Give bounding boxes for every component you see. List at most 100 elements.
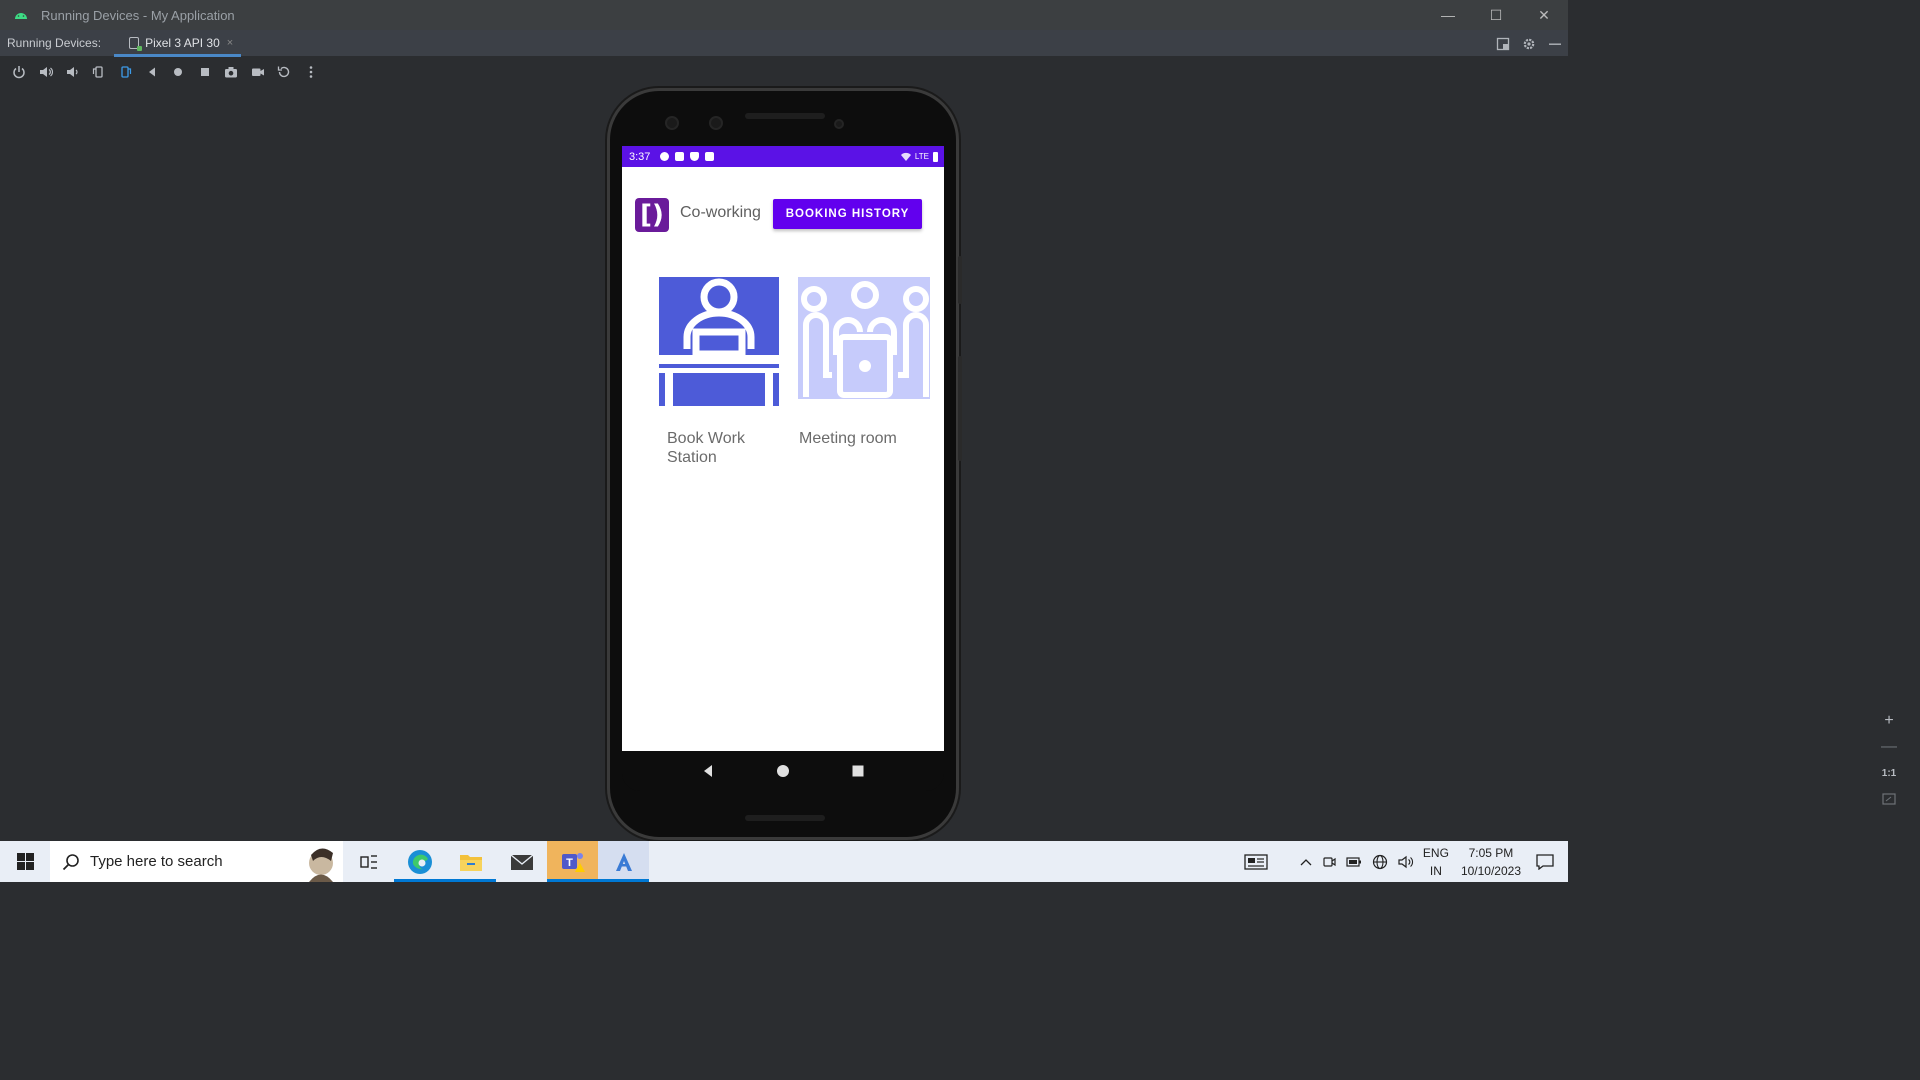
close-button[interactable]: ✕	[1520, 0, 1568, 30]
workstation-image[interactable]	[659, 277, 779, 406]
phone-screen: 3:37 LTE [) Co-working BOOKING HISTORY B…	[622, 146, 944, 751]
sd-card-notif-icon	[705, 152, 715, 161]
android-studio-app-icon	[615, 852, 632, 871]
running-indicator	[394, 879, 445, 882]
wifi-icon	[900, 152, 911, 161]
edge-icon	[407, 849, 432, 874]
zoom-fit-button[interactable]	[1882, 790, 1896, 808]
meeting-room-image[interactable]	[798, 277, 930, 399]
minimize-button[interactable]: —	[1424, 0, 1472, 30]
power-side-button	[958, 256, 962, 304]
input-language[interactable]: ENG IN	[1423, 844, 1449, 880]
tab-active-indicator	[114, 53, 242, 57]
task-view-button[interactable]	[343, 841, 394, 882]
nav-home-icon[interactable]	[776, 764, 790, 778]
search-highlight-icon	[309, 848, 333, 882]
volume-side-button	[958, 356, 962, 461]
back-triangle-icon	[148, 67, 155, 77]
screenshot-button[interactable]	[218, 59, 245, 85]
overview-square-icon	[200, 68, 209, 76]
globe-network-icon[interactable]	[1372, 854, 1388, 870]
proximity-sensor	[834, 119, 844, 129]
power-button[interactable]	[6, 59, 33, 85]
front-camera-right	[709, 116, 723, 130]
status-right: LTE	[900, 146, 938, 167]
android-studio-icon	[15, 13, 27, 19]
booking-history-button[interactable]: BOOKING HISTORY	[773, 199, 922, 229]
battery-tray-icon[interactable]	[1346, 856, 1362, 867]
teams-taskbar-app[interactable]: T	[547, 841, 598, 882]
running-devices-label: Running Devices:	[7, 36, 102, 50]
taskbar-search[interactable]: Type here to search	[50, 841, 343, 882]
start-button[interactable]	[0, 841, 50, 882]
overview-button[interactable]	[192, 59, 219, 85]
phone-frame: 3:37 LTE [) Co-working BOOKING HISTORY B…	[607, 88, 962, 840]
running-indicator	[598, 879, 649, 882]
status-time: 3:37	[629, 150, 651, 163]
zoom-in-button[interactable]: +	[1884, 712, 1893, 730]
tab-close-icon[interactable]: ×	[227, 37, 233, 49]
volume-up-button[interactable]	[33, 59, 60, 85]
notification-icons	[660, 152, 715, 161]
volume-up-icon	[39, 67, 53, 77]
meeting-room-label[interactable]: Meeting room	[799, 429, 929, 448]
title-bar: Running Devices - My Application — ☐ ✕	[0, 0, 1568, 30]
gear-icon[interactable]	[1522, 37, 1536, 51]
app-title: Co-working	[680, 204, 761, 221]
edge-taskbar-app[interactable]	[394, 841, 445, 882]
person-desk-icon	[659, 278, 779, 406]
android-studio-taskbar-app[interactable]	[598, 841, 649, 882]
front-camera-left	[665, 116, 679, 130]
hide-panel-icon[interactable]	[1548, 37, 1562, 51]
layout-icon[interactable]	[1496, 37, 1510, 51]
power-icon	[13, 66, 25, 79]
running-indicator	[445, 879, 496, 882]
rotate-right-icon	[121, 66, 132, 78]
rotate-right-button[interactable]	[112, 59, 139, 85]
window-title: Running Devices - My Application	[41, 7, 235, 23]
running-indicator	[547, 879, 598, 882]
language-code: ENG	[1422, 845, 1449, 860]
more-options-button[interactable]	[298, 59, 325, 85]
maximize-button[interactable]: ☐	[1472, 0, 1520, 30]
zoom-out-button[interactable]: —	[1881, 738, 1897, 756]
file-explorer-taskbar-app[interactable]	[445, 841, 496, 882]
clock-time: 7:05 PM	[1468, 845, 1514, 860]
zoom-actual-button[interactable]: 1:1	[1882, 764, 1896, 782]
folder-icon	[459, 854, 482, 871]
zoom-controls: + — 1:1	[1877, 712, 1901, 808]
chevron-up-icon[interactable]	[1300, 858, 1312, 866]
search-placeholder: Type here to search	[90, 853, 223, 870]
book-work-station-label[interactable]: Book Work Station	[667, 429, 757, 467]
system-tray: ENG IN 7:05 PM 10/10/2023	[1239, 841, 1568, 882]
news-widget-icon[interactable]	[1244, 853, 1268, 870]
mail-icon	[510, 853, 533, 870]
mail-taskbar-app[interactable]	[496, 841, 547, 882]
snapshot-button[interactable]	[271, 59, 298, 85]
windows-logo-icon	[16, 853, 34, 870]
battery-icon	[933, 151, 938, 162]
emulator-toolbar	[0, 58, 1568, 86]
window-controls: — ☐ ✕	[1424, 0, 1568, 30]
android-nav-bar	[622, 751, 944, 791]
nav-back-icon[interactable]	[701, 764, 715, 778]
speaker-volume-icon[interactable]	[1398, 855, 1414, 869]
nav-recents-icon[interactable]	[851, 764, 865, 778]
search-icon	[62, 853, 79, 870]
tabbar-actions	[1496, 30, 1562, 57]
rotate-left-button[interactable]	[86, 59, 113, 85]
app-logo: [)	[635, 198, 669, 232]
region-code: IN	[1429, 863, 1442, 878]
rotate-left-icon	[92, 66, 103, 78]
shield-notif-icon	[690, 152, 700, 161]
volume-down-button[interactable]	[59, 59, 86, 85]
home-button[interactable]	[165, 59, 192, 85]
notification-center-icon[interactable]	[1536, 853, 1554, 870]
device-icon	[129, 37, 143, 51]
tab-pixel-3-api-30[interactable]: Pixel 3 API 30 ×	[114, 30, 242, 57]
back-button[interactable]	[139, 59, 166, 85]
meet-now-icon[interactable]	[1322, 855, 1336, 869]
task-view-icon	[359, 854, 377, 869]
record-button[interactable]	[245, 59, 272, 85]
taskbar-clock[interactable]: 7:05 PM 10/10/2023	[1461, 844, 1521, 880]
